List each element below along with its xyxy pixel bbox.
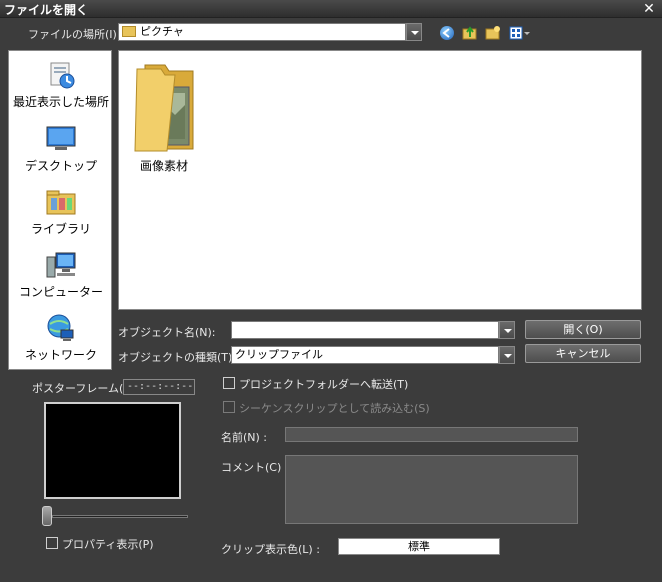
place-label: 最近表示した場所	[12, 95, 109, 109]
open-button[interactable]: 開く(O)	[525, 320, 641, 339]
file-list[interactable]: 画像素材	[118, 50, 642, 310]
folder-small-icon	[122, 26, 136, 37]
object-type-dropdown-button[interactable]	[499, 346, 515, 364]
new-folder-icon[interactable]	[485, 25, 501, 40]
file-name: 画像素材	[139, 159, 188, 173]
comment-textarea[interactable]	[285, 455, 578, 524]
location-label: ファイルの場所(I):	[28, 28, 121, 41]
place-recent[interactable]: 最近表示した場所	[9, 55, 113, 117]
preview-slider-thumb[interactable]	[42, 506, 52, 526]
title-bar[interactable]: ファイルを開く ✕	[0, 0, 662, 18]
preview-slider-track[interactable]	[52, 515, 188, 518]
object-type-label: オブジェクトの種類(T):	[118, 351, 237, 364]
up-folder-icon[interactable]	[462, 25, 478, 40]
place-libraries[interactable]: ライブラリ	[9, 182, 113, 244]
location-value: ピクチャ	[140, 25, 184, 38]
places-bar: 最近表示した場所 デスクトップ ライブラリ コンピューター ネットワーク	[8, 50, 112, 370]
place-network[interactable]: ネットワーク	[9, 308, 113, 370]
comment-label: コメント(C) :	[221, 461, 289, 474]
properties-label: プロパティ表示(P)	[62, 538, 154, 551]
libraries-icon	[45, 186, 77, 218]
place-label: デスクトップ	[24, 159, 97, 173]
close-button[interactable]: ✕	[640, 1, 658, 17]
network-icon	[45, 312, 77, 344]
poster-frame-timecode[interactable]: --:--:--:--	[123, 379, 195, 395]
place-desktop[interactable]: デスクトップ	[9, 119, 113, 181]
place-computer[interactable]: コンピューター	[9, 245, 113, 307]
cancel-button[interactable]: キャンセル	[525, 344, 641, 363]
place-label: ネットワーク	[24, 348, 97, 362]
recent-places-icon	[45, 59, 77, 91]
back-icon[interactable]	[440, 26, 454, 40]
object-name-dropdown-button[interactable]	[499, 321, 515, 339]
location-dropdown-button[interactable]	[406, 23, 422, 41]
project-folder-label: プロジェクトフォルダーへ転送(T)	[239, 378, 409, 391]
list-item[interactable]: 画像素材	[129, 57, 199, 175]
clip-color-button[interactable]: 標準	[338, 538, 500, 555]
view-menu-icon[interactable]	[509, 26, 531, 40]
object-name-label: オブジェクト名(N):	[118, 326, 216, 339]
desktop-icon	[45, 123, 77, 155]
properties-checkbox[interactable]	[46, 537, 58, 549]
object-name-input[interactable]	[231, 321, 499, 339]
place-label: ライブラリ	[30, 222, 91, 236]
folder-icon	[131, 57, 197, 153]
location-combo[interactable]: ピクチャ	[118, 23, 406, 41]
object-type-select[interactable]: クリップファイル	[231, 346, 499, 364]
name-input[interactable]	[285, 427, 578, 442]
clip-color-label: クリップ表示色(L) :	[221, 543, 320, 556]
computer-icon	[45, 249, 77, 281]
sequence-clip-label: シーケンスクリップとして読み込む(S)	[239, 402, 430, 415]
preview-monitor	[44, 402, 181, 499]
window-title: ファイルを開く	[4, 3, 89, 17]
sequence-clip-checkbox[interactable]	[223, 401, 235, 413]
project-folder-checkbox[interactable]	[223, 377, 235, 389]
place-label: コンピューター	[18, 285, 103, 299]
name-label: 名前(N) :	[221, 431, 268, 444]
